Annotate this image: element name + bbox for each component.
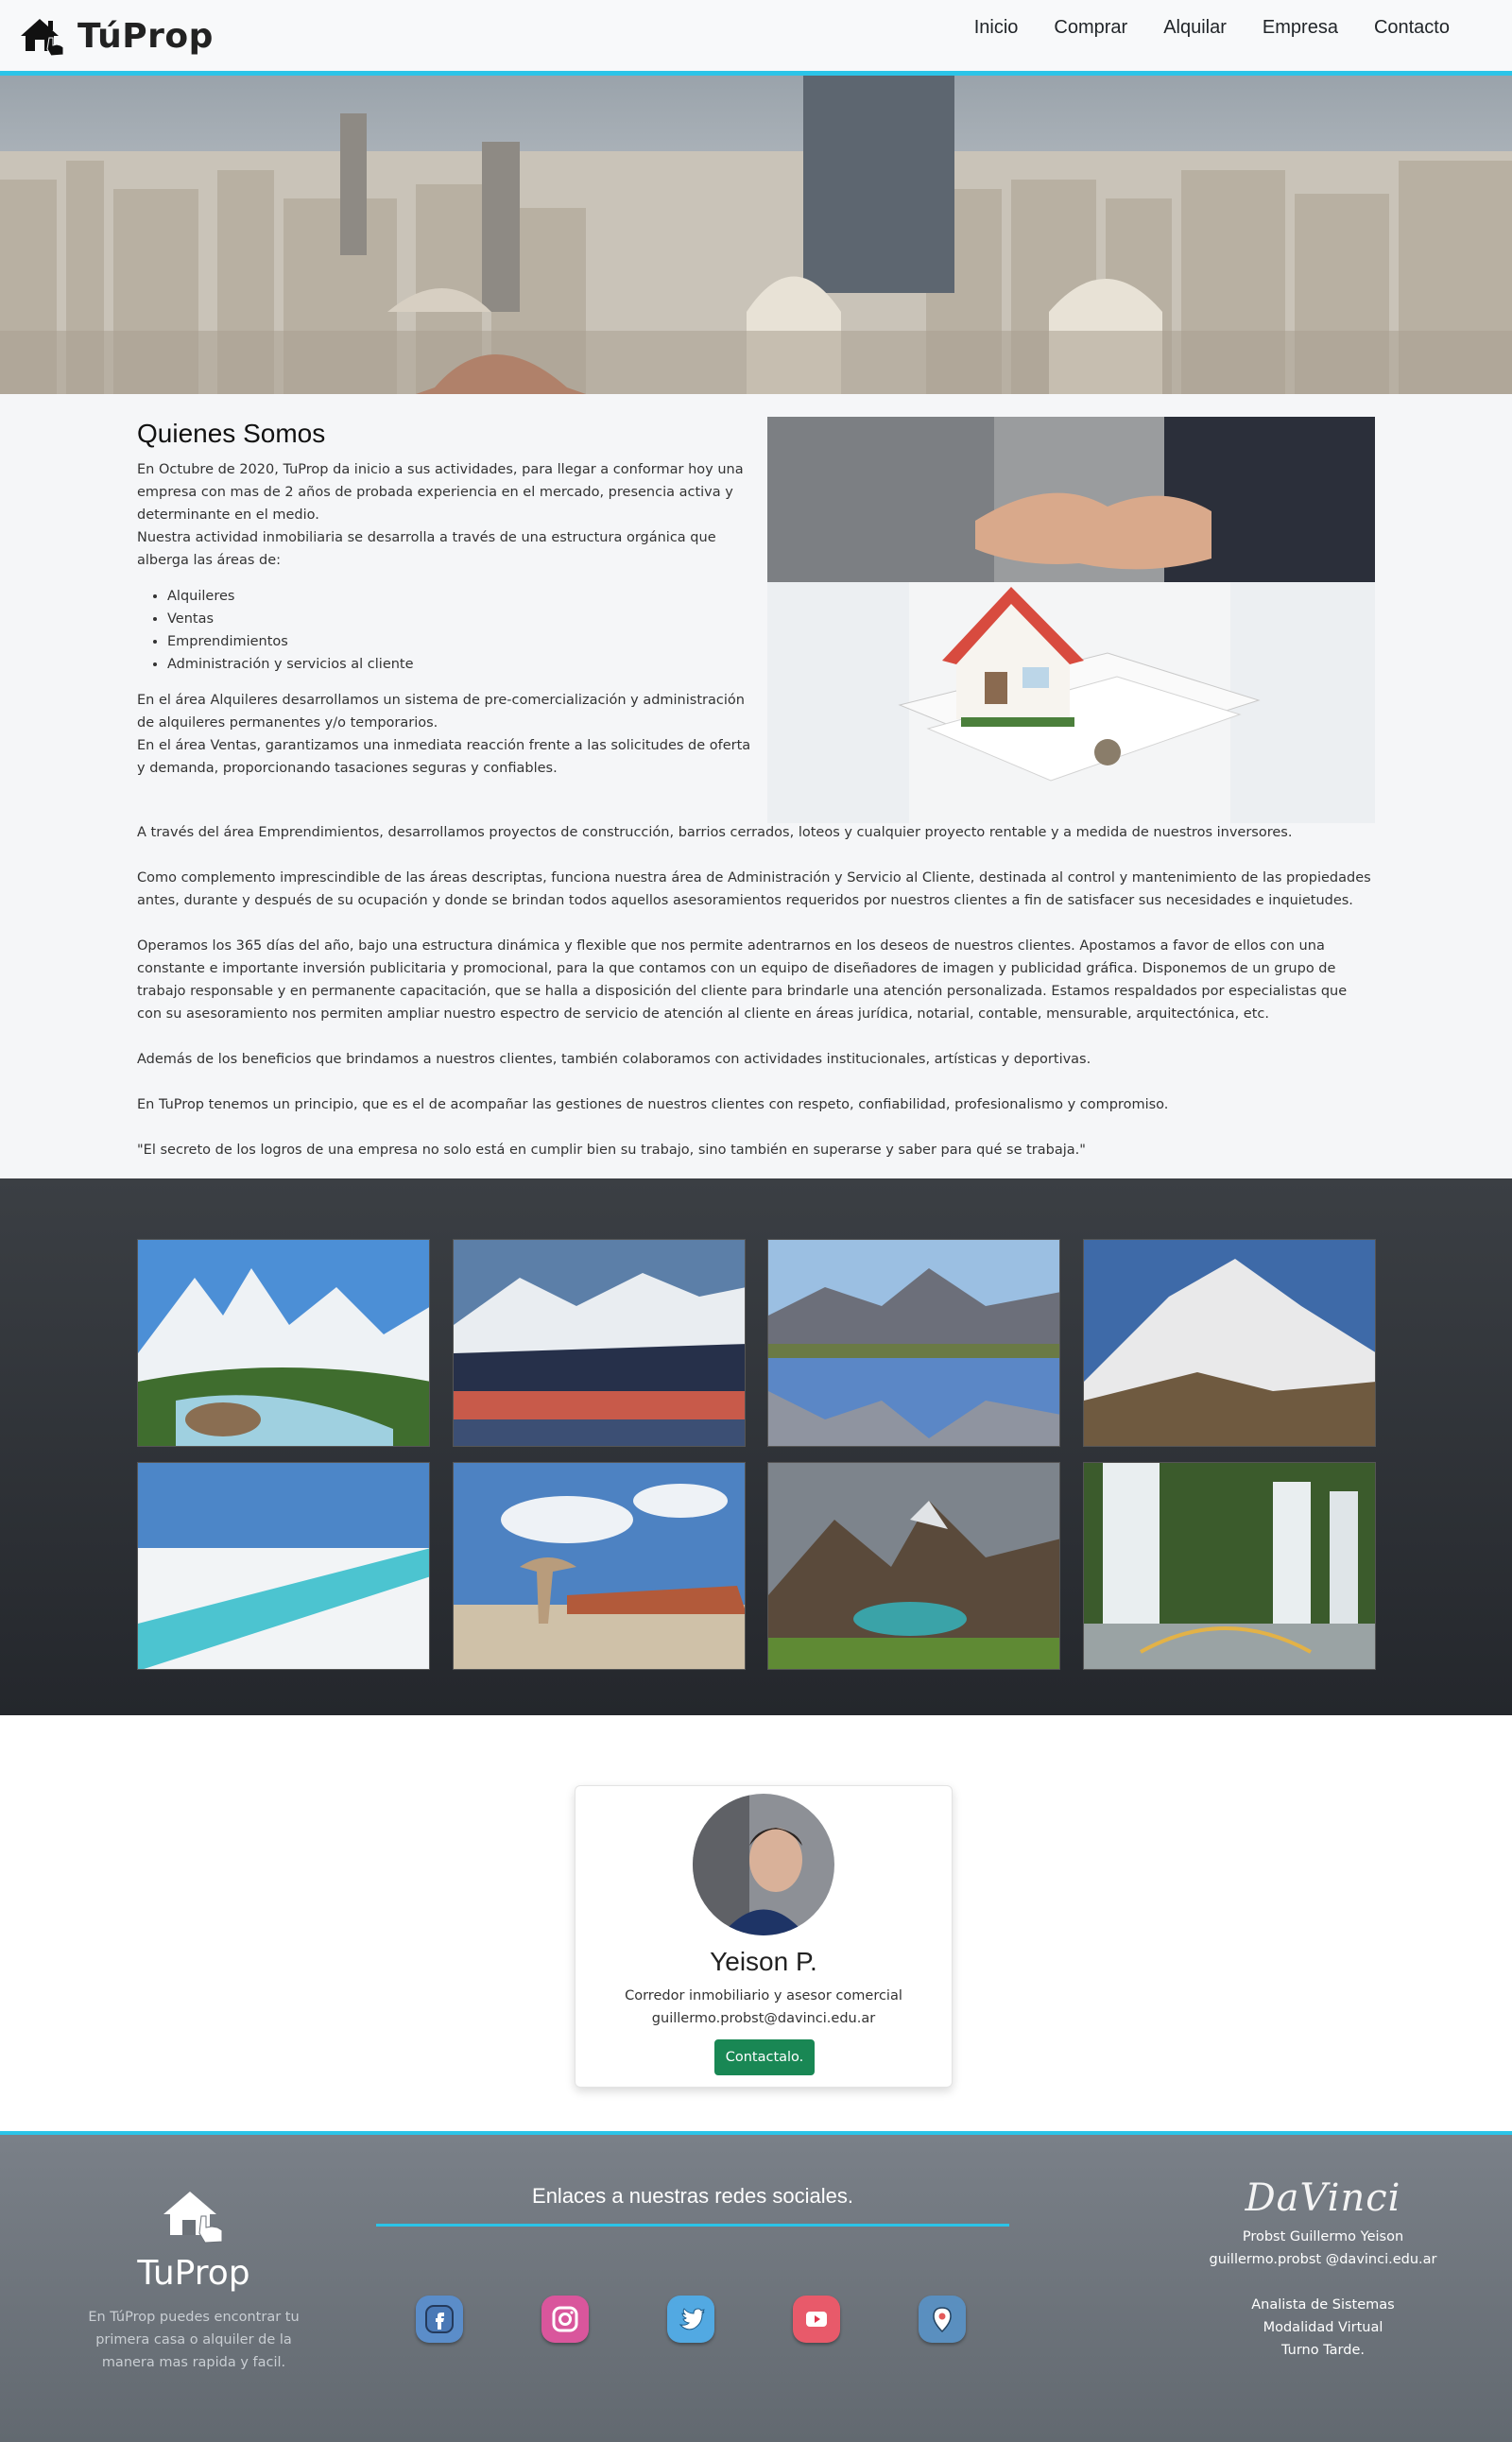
modality-text: Modalidad Virtual: [1263, 2320, 1383, 2335]
social-links: [416, 2296, 966, 2343]
about-details: A través del área Emprendimientos, desar…: [137, 821, 1375, 1184]
career-text: Analista de Sistemas: [1251, 2297, 1395, 2313]
shift-text: Turno Tarde.: [1280, 2343, 1365, 2358]
alquileres-text: En el área Alquileres desarrollamos un s…: [137, 693, 745, 731]
footer-brand-block: TuProp En TúProp puedes encontrar tu pri…: [76, 2184, 312, 2374]
about-title: Quienes Somos: [137, 419, 326, 448]
hero-banner: [0, 76, 1512, 394]
about-intro: Quienes Somos En Octubre de 2020, TuProp…: [137, 409, 751, 780]
footer: TuProp En TúProp puedes encontrar tu pri…: [0, 2131, 1512, 2442]
gallery-image-salt-flats[interactable]: [137, 1462, 430, 1670]
gallery-image-iguazu-falls[interactable]: [1082, 1462, 1376, 1670]
list-item: Administración y servicios al cliente: [167, 653, 751, 676]
agent-section: Yeison P. Corredor inmobiliario y asesor…: [0, 1715, 1512, 2131]
about-intro-text: En Octubre de 2020, TuProp da inicio a s…: [137, 462, 744, 523]
nav-alquilar[interactable]: Alquilar: [1163, 17, 1227, 39]
agent-role: Corredor inmobiliario y asesor comercial: [625, 1988, 902, 2003]
quote-text: "El secreto de los logros de una empresa…: [137, 1143, 1086, 1158]
list-item: Emprendimientos: [167, 630, 751, 653]
list-item: Ventas: [167, 608, 751, 630]
davinci-logo: DaVinci: [1245, 2176, 1401, 2220]
agent-name: Yeison P.: [710, 1947, 817, 1976]
principio-text: En TuProp tenemos un principio, que es e…: [137, 1097, 1169, 1112]
brand-title: TúProp: [77, 16, 214, 56]
footer-brand-title: TuProp: [137, 2254, 250, 2293]
operamos-text: Operamos los 365 días del año, bajo una …: [137, 938, 1348, 1022]
gallery-grid: [137, 1239, 1376, 1670]
beneficios-text: Además de los beneficios que brindamos a…: [137, 1052, 1091, 1067]
gallery-image-ischigualasto[interactable]: [452, 1462, 746, 1670]
areas-list: Alquileres Ventas Emprendimientos Admini…: [167, 585, 751, 676]
footer-description: En TúProp puedes encontrar tu primera ca…: [88, 2310, 300, 2370]
main-nav: Inicio Comprar Alquilar Empresa Contacto: [974, 17, 1450, 39]
contact-button[interactable]: Contactalo.: [714, 2039, 815, 2075]
instagram-icon[interactable]: [541, 2296, 589, 2343]
gallery-image-fitz-roy[interactable]: [137, 1239, 430, 1447]
avatar: [693, 1794, 834, 1935]
gallery-image-ushuaia[interactable]: [452, 1239, 746, 1447]
facebook-icon[interactable]: [416, 2296, 463, 2343]
ventas-text: En el área Ventas, garantizamos una inme…: [137, 738, 751, 776]
administracion-text: Como complemento imprescindible de las á…: [137, 870, 1371, 908]
location-icon[interactable]: [919, 2296, 966, 2343]
nav-contacto[interactable]: Contacto: [1374, 17, 1450, 39]
landscape-gallery: [0, 1178, 1512, 1715]
gallery-image-laguna-de-los-tres[interactable]: [767, 1462, 1061, 1670]
twitter-icon[interactable]: [667, 2296, 714, 2343]
agent-email: guillermo.probst@davinci.edu.ar: [651, 2011, 876, 2026]
home-hand-icon: [163, 2192, 223, 2244]
author-email: guillermo.probst @davinci.edu.ar: [1209, 2252, 1437, 2267]
nav-inicio[interactable]: Inicio: [974, 17, 1019, 39]
home-hand-icon: [21, 19, 64, 57]
nav-comprar[interactable]: Comprar: [1054, 17, 1127, 39]
navbar: TúProp Inicio Comprar Alquilar Empresa C…: [0, 0, 1512, 76]
agent-card: Yeison P. Corredor inmobiliario y asesor…: [575, 1785, 953, 2088]
list-item: Alquileres: [167, 585, 751, 608]
social-divider: [376, 2224, 1009, 2227]
youtube-icon[interactable]: [793, 2296, 840, 2343]
gallery-image-aconcagua[interactable]: [1082, 1239, 1376, 1447]
social-title: Enlaces a nuestras redes sociales.: [532, 2184, 853, 2208]
nav-empresa[interactable]: Empresa: [1263, 17, 1338, 39]
about-structure-text: Nuestra actividad inmobiliaria se desarr…: [137, 530, 716, 568]
emprendimientos-text: A través del área Emprendimientos, desar…: [137, 825, 1293, 840]
gallery-image-lake-reflection[interactable]: [767, 1239, 1061, 1447]
footer-credits: DaVinci Probst Guillermo Yeison guillerm…: [1191, 2176, 1455, 2362]
footer-social-block: Enlaces a nuestras redes sociales.: [376, 2184, 1009, 2343]
handshake-house-image: [767, 417, 1375, 823]
author-name: Probst Guillermo Yeison: [1242, 2229, 1404, 2244]
city-skyline-image: [0, 76, 1512, 394]
brand-link[interactable]: TúProp: [19, 9, 214, 62]
